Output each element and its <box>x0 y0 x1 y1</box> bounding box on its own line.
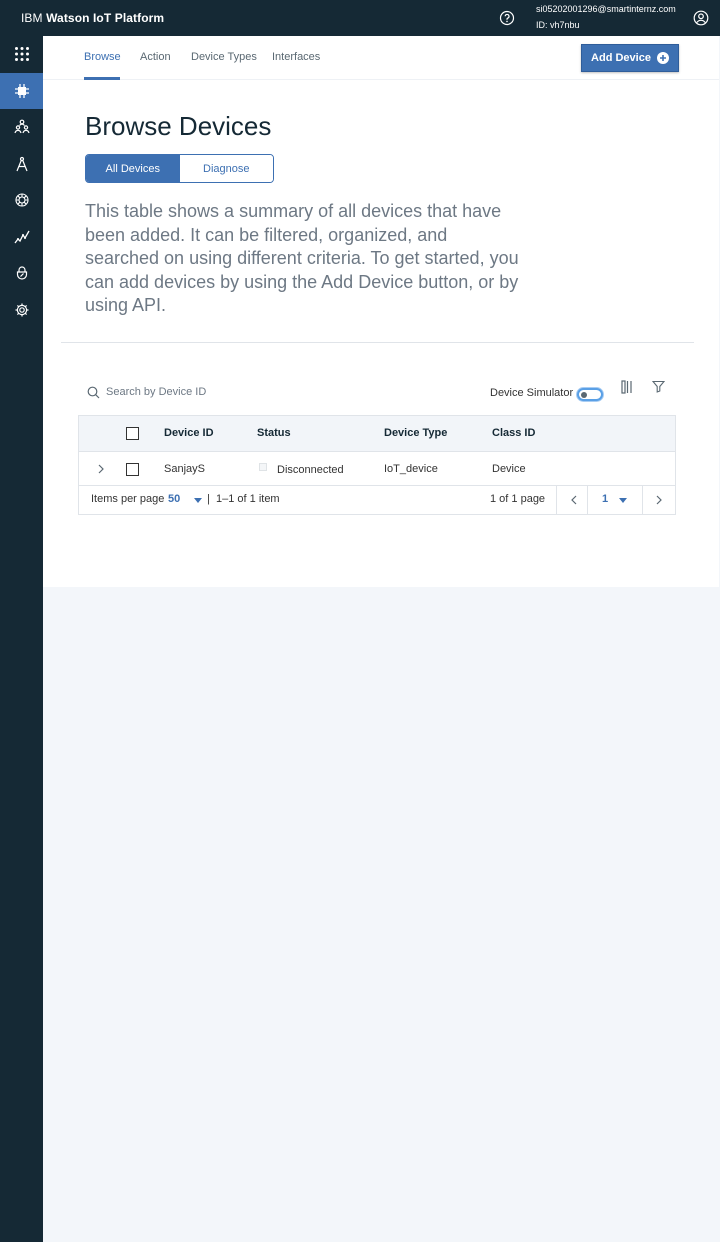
sidebar-item-apps[interactable] <box>0 36 43 72</box>
chevron-down-icon[interactable] <box>194 498 202 503</box>
chevron-right-icon[interactable] <box>96 464 106 474</box>
search-icon <box>87 386 100 399</box>
cell-class-id: Device <box>492 463 526 475</box>
section-divider <box>61 342 694 343</box>
page-select[interactable]: 1 <box>602 493 608 505</box>
sidebar-item-devices[interactable] <box>0 73 43 109</box>
items-per-page-label: Items per page <box>91 493 165 505</box>
pagination-separator: | <box>207 493 210 505</box>
filter-icon[interactable] <box>652 380 665 393</box>
apps-grid-icon <box>14 47 29 61</box>
status-indicator-icon <box>259 463 267 471</box>
page-title: Browse Devices <box>85 111 272 141</box>
brand-prefix: IBM <box>21 11 47 25</box>
page-count: 1 of 1 page <box>490 493 546 505</box>
devices-table: Device ID Status Device Type Class ID Sa… <box>78 415 676 515</box>
devices-chip-icon <box>14 84 29 98</box>
column-status[interactable]: Status <box>257 427 291 439</box>
tab-interfaces[interactable]: Interfaces <box>272 51 320 63</box>
column-device-type[interactable]: Device Type <box>384 427 447 439</box>
org-id: ID: vh7nbu <box>536 20 580 30</box>
active-tab-indicator <box>84 77 120 80</box>
table-header: Device ID Status Device Type Class ID <box>79 416 675 451</box>
main-content: Browse Action Device Types Interfaces Ad… <box>43 36 719 587</box>
select-all-checkbox[interactable] <box>126 427 139 440</box>
user-avatar-icon[interactable] <box>693 10 709 26</box>
left-sidebar <box>0 36 43 1242</box>
device-simulator-label: Device Simulator <box>490 387 574 399</box>
plus-circle-icon <box>656 52 669 64</box>
diagnose-button[interactable]: Diagnose <box>179 155 273 182</box>
item-range: 1–1 of 1 item <box>216 493 280 505</box>
sidebar-item-members[interactable] <box>0 109 43 145</box>
brand-name: Watson IoT Platform <box>46 11 165 25</box>
user-email: si05202001296@smartinternz.com <box>536 4 676 14</box>
top-bar: IBM Watson IoT Platform si05202001296@sm… <box>0 0 720 36</box>
chevron-right-icon[interactable] <box>654 495 664 505</box>
cell-device-type: IoT_device <box>384 463 438 475</box>
toggle-knob <box>581 392 587 398</box>
help-icon[interactable] <box>499 10 515 26</box>
device-simulator-toggle[interactable] <box>577 388 603 401</box>
usage-chart-icon <box>13 230 30 244</box>
table-row[interactable]: SanjayS Disconnected IoT_device Device <box>79 451 675 486</box>
items-per-page-select[interactable]: 50 <box>168 493 180 505</box>
sidebar-item-usage[interactable] <box>0 219 43 255</box>
platform-brand[interactable]: IBM Watson IoT Platform <box>21 11 164 25</box>
tab-device-types[interactable]: Device Types <box>191 51 257 63</box>
tab-bar: Browse Action Device Types Interfaces Ad… <box>43 36 719 80</box>
divider <box>642 486 643 514</box>
divider <box>556 486 557 514</box>
add-device-label: Add Device <box>591 52 651 64</box>
sidebar-item-apps-compass[interactable] <box>0 146 43 182</box>
security-lock-icon <box>16 266 27 280</box>
view-switcher: All Devices Diagnose <box>85 154 274 183</box>
column-class-id[interactable]: Class ID <box>492 427 535 439</box>
tab-browse[interactable]: Browse <box>84 51 121 63</box>
settings-gear-icon <box>15 303 28 317</box>
apps-compass-icon <box>15 156 28 172</box>
device-search-input[interactable] <box>106 382 306 402</box>
rules-icon <box>14 193 29 207</box>
column-device-id[interactable]: Device ID <box>164 427 214 439</box>
cell-device-id: SanjayS <box>164 463 205 475</box>
page-description: This table shows a summary of all device… <box>85 201 519 315</box>
add-device-button[interactable]: Add Device <box>581 44 679 72</box>
cell-status: Disconnected <box>277 464 344 476</box>
members-icon <box>13 119 30 134</box>
row-checkbox[interactable] <box>126 463 139 476</box>
sidebar-item-security[interactable] <box>0 255 43 291</box>
column-settings-icon[interactable] <box>621 380 633 394</box>
sidebar-item-settings[interactable] <box>0 292 43 328</box>
all-devices-button[interactable]: All Devices <box>86 155 180 182</box>
divider <box>587 486 588 514</box>
sidebar-item-rules[interactable] <box>0 182 43 218</box>
tab-action[interactable]: Action <box>140 51 171 63</box>
chevron-left-icon[interactable] <box>569 495 579 505</box>
pagination-bar: Items per page 50 | 1–1 of 1 item 1 of 1… <box>79 486 675 514</box>
chevron-down-icon[interactable] <box>619 498 627 503</box>
